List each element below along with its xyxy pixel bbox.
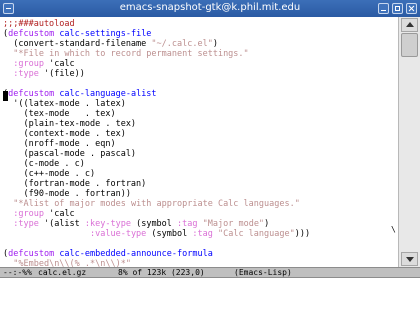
code-token-plain: (convert-standard-filename xyxy=(3,39,152,49)
code-line: :value-type (symbol :tag "Calc language"… xyxy=(3,229,310,239)
code-line: (nroff-mode . eqn) xyxy=(3,139,116,149)
code-line: (f90-mode . fortran)) xyxy=(3,189,131,199)
code-token-string: "~/.calc.el" xyxy=(151,39,213,49)
close-icon[interactable] xyxy=(406,3,417,14)
code-token-string: "Major mode" xyxy=(202,219,265,229)
code-token-function: calc-embedded-announce-formula xyxy=(59,249,213,259)
scroll-down-arrow-icon[interactable] xyxy=(401,252,418,266)
code-line: '((latex-mode . latex) xyxy=(3,99,126,109)
code-line: (defcustom calc-embedded-announce-formul… xyxy=(3,249,213,259)
minimize-icon[interactable] xyxy=(378,3,389,14)
code-token-plain: '((latex-mode . latex) xyxy=(3,99,126,109)
code-line: (fortran-mode . fortran) xyxy=(3,179,146,189)
code-token-plain: (fortran-mode . fortran) xyxy=(3,179,147,189)
code-token-plain: (pascal-mode . pascal) xyxy=(3,149,137,159)
code-token-builtin: :group xyxy=(13,209,44,219)
code-line: :type '(alist :key-type (symbol :tag "Ma… xyxy=(3,219,269,229)
code-token-keyword: defcustom xyxy=(8,249,55,259)
code-token-keyword: defcustom xyxy=(8,29,55,39)
code-token-comment: ;;;###autoload xyxy=(3,19,75,29)
code-token-plain: (symbol xyxy=(146,229,193,239)
code-line: (convert-standard-filename "~/.calc.el") xyxy=(3,39,218,49)
code-token-plain: '(file)) xyxy=(38,69,85,79)
code-line: ;;;###autoload xyxy=(3,19,75,29)
code-token-plain: (c-mode . c) xyxy=(3,159,85,169)
code-token-builtin: :type xyxy=(13,219,39,229)
code-token-plain: '(alist xyxy=(38,219,85,229)
code-token-string: "*Alist of major modes with appropriate … xyxy=(13,199,300,209)
scroll-up-arrow-icon[interactable] xyxy=(401,18,418,32)
code-token-keyword: defcustom xyxy=(8,89,55,99)
code-token-builtin: :key-type xyxy=(84,219,131,229)
code-token-builtin: :type xyxy=(13,69,39,79)
code-line: (pascal-mode . pascal) xyxy=(3,149,136,159)
code-line: (c-mode . c) xyxy=(3,159,85,169)
code-line: (plain-tex-mode . tex) xyxy=(3,119,136,129)
code-token-plain: (c++-mode . c) xyxy=(3,169,96,179)
code-line: (c++-mode . c) xyxy=(3,169,95,179)
code-token-string: "*File in which to record permanent sett… xyxy=(13,49,249,59)
editor-buffer[interactable]: \ ;;;###autoload (defcustom calc-settings… xyxy=(0,17,398,267)
code-line: :group 'calc xyxy=(3,59,75,69)
code-token-string: "%Embed\n\\(% .*\n\\)*" xyxy=(13,259,131,267)
code-line: "%Embed\n\\(% .*\n\\)*" xyxy=(3,259,131,267)
vertical-scrollbar[interactable] xyxy=(398,17,420,267)
code-line: :type '(file)) xyxy=(3,69,85,79)
mode-line: --:-%% calc.el.gz 8% of 123k (223,0) (Em… xyxy=(0,267,420,278)
scroll-thumb[interactable] xyxy=(401,33,418,57)
code-token-plain: ))) xyxy=(294,229,311,239)
code-token-builtin: :tag xyxy=(177,219,198,229)
code-token-builtin: :value-type xyxy=(90,229,147,239)
code-token-plain: (tex-mode . tex) xyxy=(3,109,116,119)
code-token-builtin: :tag xyxy=(192,229,213,239)
code-token-plain: (nroff-mode . eqn) xyxy=(3,139,116,149)
code-token-function: calc-settings-file xyxy=(59,29,152,39)
minibuffer[interactable] xyxy=(0,278,420,286)
code-token-plain: ) xyxy=(212,39,218,49)
buffer-position: 8% of 123k (223,0) xyxy=(118,268,205,277)
code-line: (context-mode . tex) xyxy=(3,129,126,139)
code-token-plain: (f90-mode . fortran)) xyxy=(3,189,131,199)
code-token-plain: (context-mode . tex) xyxy=(3,129,126,139)
code-token-plain: (symbol xyxy=(130,219,178,229)
code-line: (defcustom calc-language-alist xyxy=(3,89,157,99)
maximize-icon[interactable] xyxy=(392,3,403,14)
buffer-name: calc.el.gz xyxy=(38,268,87,277)
window-title: emacs-snapshot-gtk@k.phil.mit.edu xyxy=(119,2,301,13)
title-bar[interactable]: emacs-snapshot-gtk@k.phil.mit.edu xyxy=(0,0,420,17)
code-token-plain: (plain-tex-mode . tex) xyxy=(3,119,137,129)
code-line: "*File in which to record permanent sett… xyxy=(3,49,249,59)
code-line: "*Alist of major modes with appropriate … xyxy=(3,199,300,209)
code-token-string: "Calc language" xyxy=(217,229,295,239)
code-token-function: calc-language-alist xyxy=(59,89,157,99)
buffer-status: --:-%% xyxy=(3,268,32,277)
code-line: :group 'calc xyxy=(3,209,75,219)
line-wrap-indicator: \ xyxy=(391,225,396,234)
code-token-plain: 'calc xyxy=(43,209,75,219)
code-token-plain: ) xyxy=(264,219,270,229)
code-token-builtin: :group xyxy=(13,59,44,69)
emacs-window: emacs-snapshot-gtk@k.phil.mit.edu \ ;;;#… xyxy=(0,0,420,286)
code-line: (defcustom calc-settings-file xyxy=(3,29,151,39)
major-mode: (Emacs-Lisp) xyxy=(234,268,292,277)
code-token-plain: 'calc xyxy=(43,59,75,69)
code-line: (tex-mode . tex) xyxy=(3,109,116,119)
